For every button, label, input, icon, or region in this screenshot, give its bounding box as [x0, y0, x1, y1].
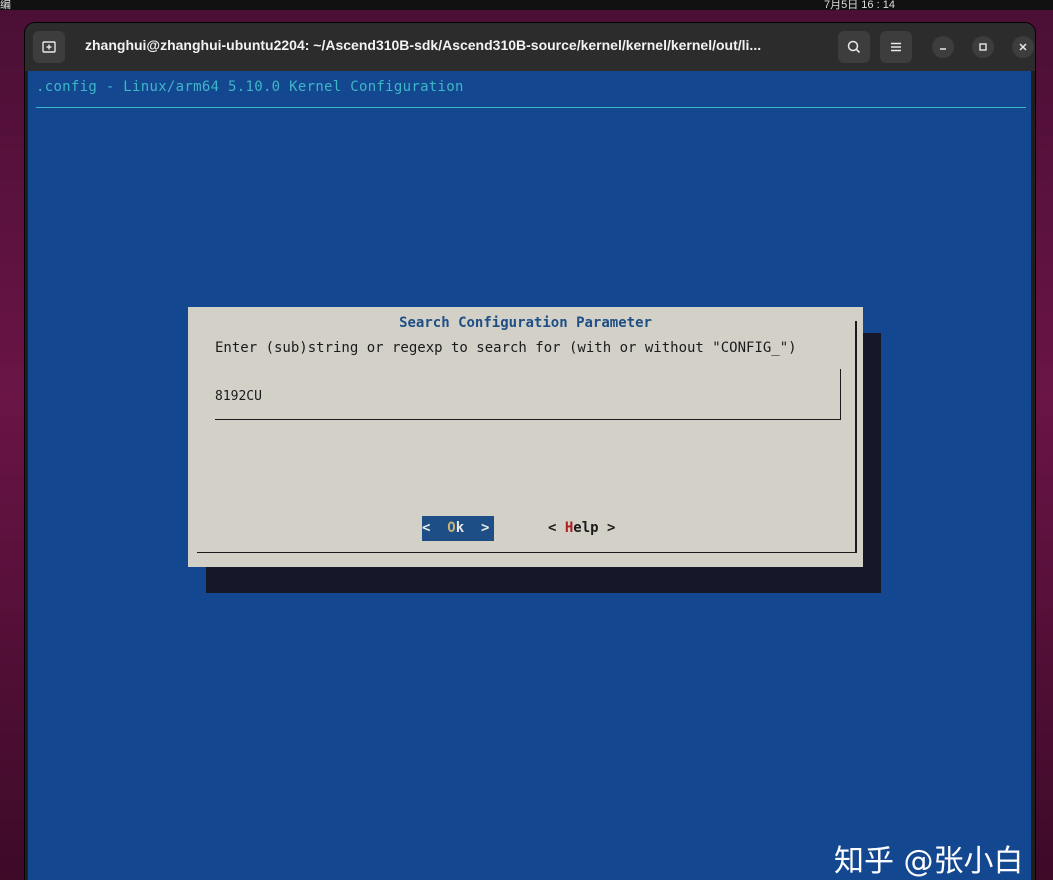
help-button-left: < [548, 520, 565, 536]
close-button[interactable] [1012, 36, 1034, 58]
window-title: zhanghui@zhanghui-ubuntu2204: ~/Ascend31… [85, 37, 762, 53]
minimize-icon [940, 48, 946, 50]
search-prompt: Enter (sub)string or regexp to search fo… [215, 340, 797, 356]
ok-button-hotkey: O [447, 520, 456, 536]
search-icon [847, 40, 861, 54]
search-dialog: Search Configuration Parameter Enter (su… [188, 307, 863, 567]
search-input[interactable]: 8192CU [215, 369, 841, 420]
dialog-border-right [855, 321, 857, 553]
header-divider [36, 107, 1026, 108]
maximize-icon [979, 43, 987, 51]
dialog-title: Search Configuration Parameter [399, 315, 652, 331]
menu-icon [891, 42, 901, 52]
top-panel: 编 7月5日 16 : 14 [0, 0, 1053, 10]
menu-button[interactable] [880, 31, 912, 63]
new-tab-icon [42, 41, 56, 53]
title-bar[interactable]: zhanghui@zhanghui-ubuntu2204: ~/Ascend31… [25, 23, 1035, 71]
menuconfig-header: .config - Linux/arm64 5.10.0 Kernel Conf… [36, 79, 464, 95]
terminal-area[interactable]: .config - Linux/arm64 5.10.0 Kernel Conf… [28, 71, 1031, 880]
search-input-value: 8192CU [215, 389, 262, 404]
top-panel-fragment: 编 [0, 0, 11, 10]
help-button[interactable]: < Help > [548, 516, 615, 541]
dialog-border-bottom [197, 552, 857, 553]
close-icon [1019, 43, 1027, 51]
help-button-rest: elp > [573, 520, 616, 536]
terminal-window: zhanghui@zhanghui-ubuntu2204: ~/Ascend31… [25, 23, 1035, 880]
clock[interactable]: 7月5日 16 : 14 [824, 0, 895, 10]
watermark: 知乎 @张小白 [834, 844, 1024, 879]
minimize-button[interactable] [932, 36, 954, 58]
search-button[interactable] [838, 31, 870, 63]
ok-button-rest: k > [455, 520, 490, 536]
desktop-background: 编 7月5日 16 : 14 zhanghui@zhanghui-ubuntu2… [0, 0, 1053, 880]
ok-button-left: < [422, 520, 448, 536]
new-tab-button[interactable] [33, 31, 65, 63]
ok-button[interactable]: < Ok > [422, 516, 494, 541]
maximize-button[interactable] [972, 36, 994, 58]
